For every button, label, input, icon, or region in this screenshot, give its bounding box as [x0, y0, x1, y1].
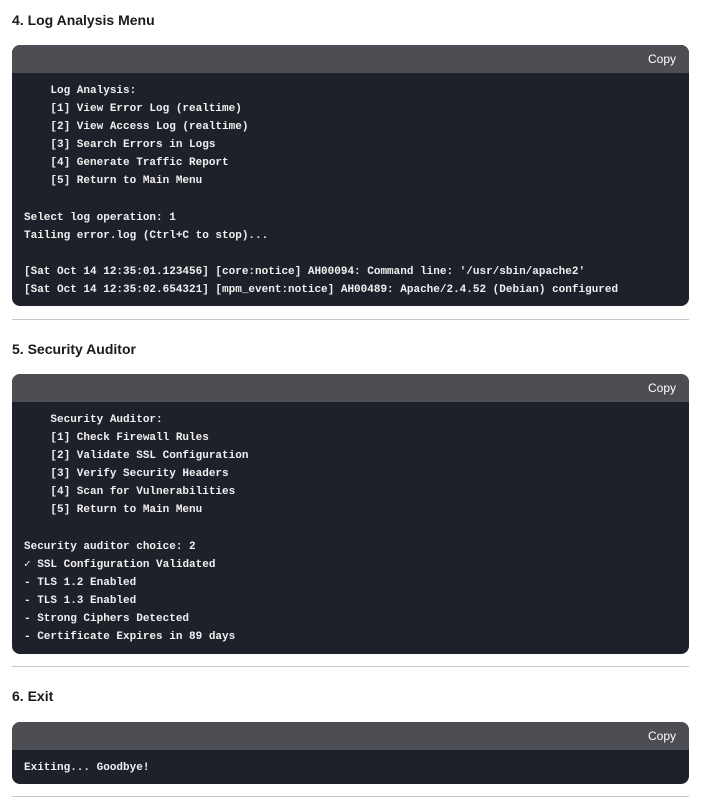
copy-button[interactable]: Copy	[648, 380, 676, 396]
divider	[12, 666, 689, 667]
code-content: Exiting... Goodbye!	[24, 762, 150, 774]
code-content: Security Auditor: [1] Check Firewall Rul…	[24, 414, 249, 644]
code-block-header: Copy	[12, 45, 689, 73]
section-heading: 4. Log Analysis Menu	[12, 12, 155, 28]
code-block: Copy Exiting... Goodbye!	[12, 722, 689, 784]
code-block-header: Copy	[12, 374, 689, 402]
code-block: Copy Security Auditor: [1] Check Firewal…	[12, 374, 689, 654]
divider	[12, 319, 689, 320]
copy-button[interactable]: Copy	[648, 51, 676, 67]
code-content: Log Analysis: [1] View Error Log (realti…	[24, 85, 619, 297]
copy-button[interactable]: Copy	[648, 728, 676, 744]
divider	[12, 796, 689, 797]
section-heading: 5. Security Auditor	[12, 341, 136, 357]
code-block: Copy Log Analysis: [1] View Error Log (r…	[12, 45, 689, 306]
section-heading: 6. Exit	[12, 688, 54, 704]
code-block-header: Copy	[12, 722, 689, 750]
